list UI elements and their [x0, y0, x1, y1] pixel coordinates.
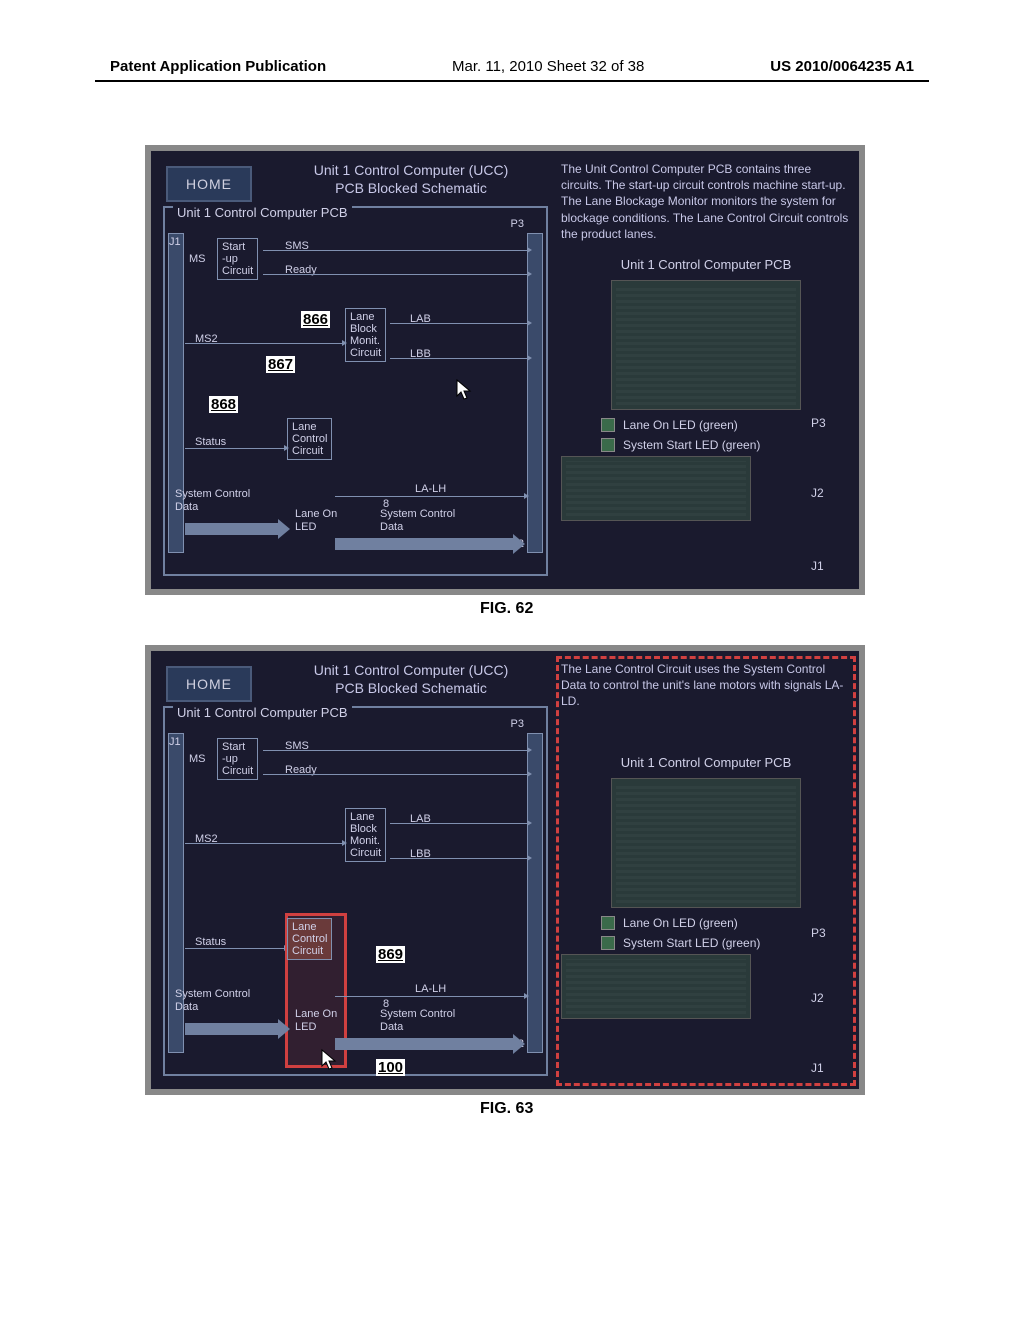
annot-j1: J1: [811, 559, 824, 573]
lane-block-box: Lane Block Monit. Circuit: [345, 808, 386, 862]
arrow-sms: [263, 750, 528, 751]
led-lane-on-label: Lane On LED (green): [623, 916, 738, 930]
label-lane-on-led: Lane On LED: [295, 508, 337, 534]
label-p3: P3: [511, 718, 524, 730]
label-p3: P3: [511, 218, 524, 230]
pcb-image-top: [611, 280, 801, 410]
big-arrow-in: [185, 523, 280, 535]
startup-circuit-box: Start -up Circuit: [217, 738, 258, 780]
title-line-1: Unit 1 Control Computer (UCC): [301, 661, 521, 679]
title-line-2: PCB Blocked Schematic: [301, 179, 521, 197]
annot-j2: J2: [811, 486, 824, 500]
arrow-la-lh: [335, 996, 525, 997]
lane-control-box: Lane Control Circuit: [287, 418, 332, 460]
panel-title: Unit 1 Control Computer (UCC) PCB Blocke…: [301, 661, 521, 697]
arrow-lab: [390, 323, 528, 324]
lane-control-box: Lane Control Circuit: [287, 918, 332, 960]
big-arrow-out: [335, 538, 515, 550]
figure-63-panel: HOME Unit 1 Control Computer (UCC) PCB B…: [145, 645, 865, 1095]
header-right: US 2010/0064235 A1: [770, 58, 914, 75]
label-j1: J1: [169, 236, 181, 248]
pcb-box-title: Unit 1 Control Computer PCB: [173, 705, 352, 720]
label-status: Status: [195, 936, 226, 948]
arrow-ms2: [185, 843, 343, 844]
description-text: The Unit Control Computer PCB contains t…: [561, 161, 851, 242]
led-system-start-label: System Start LED (green): [623, 936, 760, 950]
pcb-image-title: Unit 1 Control Computer PCB: [561, 755, 851, 770]
pcb-image-title: Unit 1 Control Computer PCB: [561, 257, 851, 272]
label-sys-ctrl-data: System Control Data: [175, 988, 250, 1014]
header-left: Patent Application Publication: [110, 58, 326, 75]
label-sys-ctrl-data2: System Control Data: [380, 1008, 455, 1034]
annot-p3: P3: [811, 926, 826, 940]
arrow-la-lh: [335, 496, 525, 497]
ref-868: 868: [209, 396, 238, 413]
startup-circuit-box: Start -up Circuit: [217, 238, 258, 280]
pcb-image-bottom: [561, 456, 751, 521]
led-system-start: System Start LED (green): [601, 438, 851, 452]
panel-title: Unit 1 Control Computer (UCC) PCB Blocke…: [301, 161, 521, 197]
label-la-lh: LA-LH: [415, 483, 446, 495]
arrow-status: [185, 448, 285, 449]
home-button[interactable]: HOME: [166, 166, 252, 202]
label-sys-ctrl-data: System Control Data: [175, 488, 250, 514]
ref-867: 867: [266, 356, 295, 373]
arrow-ms2: [185, 343, 343, 344]
big-arrow-in: [185, 1023, 280, 1035]
arrow-ready: [263, 274, 528, 275]
label-la-lh: LA-LH: [415, 983, 446, 995]
label-ms: MS: [189, 753, 206, 765]
connector-p3-j2: [527, 733, 543, 1053]
home-button[interactable]: HOME: [166, 666, 252, 702]
connector-p3-j2: [527, 233, 543, 553]
pcb-box-title: Unit 1 Control Computer PCB: [173, 205, 352, 220]
arrow-lbb: [390, 858, 528, 859]
header-divider: [95, 80, 929, 82]
led-lane-on-label: Lane On LED (green): [623, 418, 738, 432]
lane-block-box: Lane Block Monit. Circuit: [345, 308, 386, 362]
annot-p3: P3: [811, 416, 826, 430]
label-sys-ctrl-data2: System Control Data: [380, 508, 455, 534]
label-status: Status: [195, 436, 226, 448]
pcb-schematic-box: Unit 1 Control Computer PCB J1 P3 J2 MS …: [163, 706, 548, 1076]
figure-62-panel: HOME Unit 1 Control Computer (UCC) PCB B…: [145, 145, 865, 595]
label-j1: J1: [169, 736, 181, 748]
title-line-2: PCB Blocked Schematic: [301, 679, 521, 697]
fig-62-label: FIG. 62: [480, 600, 533, 618]
arrow-sms: [263, 250, 528, 251]
fig-63-label: FIG. 63: [480, 1100, 533, 1118]
title-line-1: Unit 1 Control Computer (UCC): [301, 161, 521, 179]
label-ms: MS: [189, 253, 206, 265]
right-column: The Lane Control Circuit uses the System…: [561, 661, 851, 1015]
led-system-start-label: System Start LED (green): [623, 438, 760, 452]
pcb-image-top: [611, 778, 801, 908]
right-column: The Unit Control Computer PCB contains t…: [561, 161, 851, 517]
arrow-status: [185, 948, 285, 949]
arrow-ready: [263, 774, 528, 775]
arrow-lbb: [390, 358, 528, 359]
pcb-schematic-box: Unit 1 Control Computer PCB J1 P3 J2 MS …: [163, 206, 548, 576]
pcb-image-bottom: [561, 954, 751, 1019]
description-text: The Lane Control Circuit uses the System…: [561, 661, 851, 710]
ref-869: 869: [376, 946, 405, 963]
big-arrow-out: [335, 1038, 515, 1050]
header-center: Mar. 11, 2010 Sheet 32 of 38: [452, 58, 644, 75]
label-lane-on-led: Lane On LED: [295, 1008, 337, 1034]
arrow-lab: [390, 823, 528, 824]
annot-j2: J2: [811, 991, 824, 1005]
annot-j1: J1: [811, 1061, 824, 1075]
ref-100: 100: [376, 1059, 405, 1076]
ref-866: 866: [301, 311, 330, 328]
